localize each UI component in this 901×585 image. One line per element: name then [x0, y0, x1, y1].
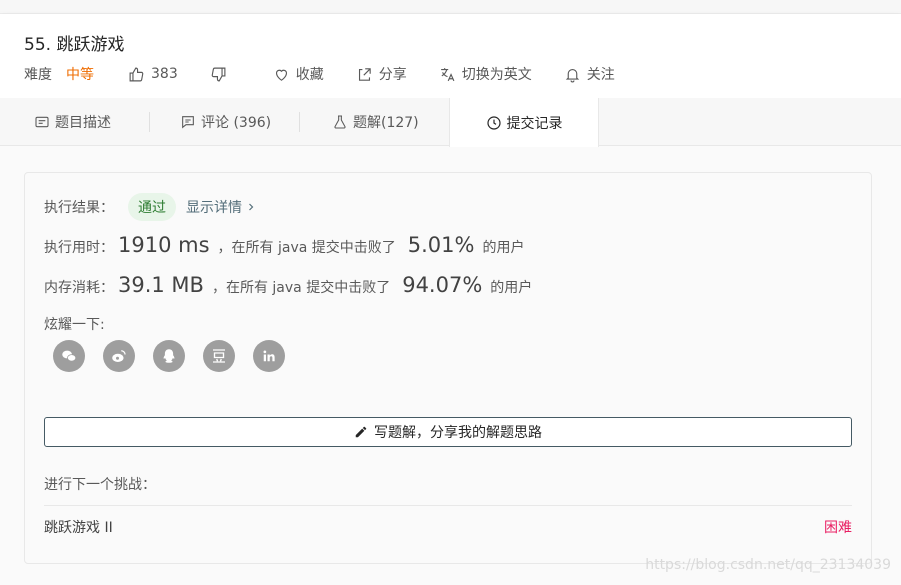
show-details-label: 显示详情: [186, 200, 242, 216]
thumbs-down-icon: [211, 67, 226, 81]
runtime-row: 执行用时： 1910 ms ，在所有 java 提交中击败了 5.01% 的用户: [44, 233, 524, 257]
runtime-mid-text: ，在所有 java 提交中击败了: [217, 240, 396, 256]
share-label: 炫耀一下:: [44, 317, 105, 333]
heart-icon: [275, 69, 287, 81]
difficulty-value: 中等: [66, 67, 94, 83]
runtime-value: 1910 ms: [118, 233, 210, 257]
share-label: 分享: [378, 67, 407, 83]
memory-value: 39.1 MB: [118, 273, 204, 297]
chevron-right-icon: [249, 203, 254, 211]
comment-icon: [182, 116, 194, 129]
qq-icon[interactable]: [153, 340, 185, 372]
tab-submissions[interactable]: 提交记录: [449, 98, 599, 147]
write-solution-button[interactable]: 写题解，分享我的解题思路: [44, 417, 852, 447]
difficulty-label: 难度: [24, 67, 52, 83]
submission-result-panel: 执行结果： 通过 显示详情 执行用时： 1910 ms ，在所有 java 提交…: [24, 172, 872, 564]
tab-solutions-label: 题解(127): [353, 115, 419, 131]
memory-suffix: 的用户: [490, 280, 533, 296]
wechat-icon[interactable]: [53, 340, 85, 372]
translate-icon: [440, 67, 455, 81]
divider: [44, 505, 852, 506]
description-icon: [35, 116, 49, 128]
share-button[interactable]: 分享: [356, 64, 407, 84]
memory-percent: 94.07%: [402, 273, 483, 297]
tab-description-label: 题目描述: [55, 115, 111, 131]
like-button[interactable]: 383: [128, 66, 178, 83]
runtime-suffix: 的用户: [482, 240, 525, 256]
show-details-link[interactable]: 显示详情: [186, 197, 257, 217]
result-label: 执行结果：: [44, 200, 114, 216]
share-icon: [358, 67, 371, 81]
status-badge: 通过: [128, 193, 176, 221]
problem-meta-bar: 难度 中等 383 收藏 分享 切换为英文 关注: [24, 64, 615, 84]
clock-icon: [486, 115, 501, 130]
tab-description[interactable]: 题目描述: [34, 98, 111, 146]
top-strip: [0, 0, 901, 14]
tab-solutions[interactable]: 题解(127): [332, 98, 419, 146]
tab-submissions-label: 提交记录: [506, 115, 563, 132]
tab-separator: [299, 112, 300, 132]
next-problem-difficulty: 困难: [824, 520, 852, 536]
tab-separator: [149, 112, 150, 132]
weibo-icon[interactable]: [103, 340, 135, 372]
collect-label: 收藏: [295, 67, 324, 83]
write-solution-label: 写题解，分享我的解题思路: [374, 425, 542, 441]
switch-language-label: 切换为英文: [461, 67, 532, 83]
share-icons-group: [53, 340, 303, 372]
flask-icon: [334, 115, 346, 129]
watermark: https://blog.csdn.net/qq_23134039: [645, 557, 891, 573]
tab-comments-label: 评论 (396): [201, 115, 272, 131]
problem-header: 55. 跳跃游戏 难度 中等 383 收藏 分享 切换为英文 关注: [0, 14, 901, 98]
follow-button[interactable]: 关注: [564, 64, 615, 84]
runtime-label: 执行用时：: [44, 240, 114, 256]
like-count: 383: [151, 66, 178, 82]
memory-row: 内存消耗： 39.1 MB ，在所有 java 提交中击败了 94.07% 的用…: [44, 273, 532, 297]
memory-label: 内存消耗：: [44, 280, 114, 296]
thumbs-up-icon: [129, 67, 144, 81]
result-row: 执行结果： 通过 显示详情: [44, 193, 257, 221]
memory-mid-text: ，在所有 java 提交中击败了: [211, 280, 391, 296]
douban-icon[interactable]: [203, 340, 235, 372]
runtime-percent: 5.01%: [407, 233, 475, 257]
switch-language-button[interactable]: 切换为英文: [439, 64, 532, 84]
dislike-button[interactable]: [210, 66, 233, 83]
bell-icon: [565, 68, 579, 82]
linkedin-icon[interactable]: [253, 340, 285, 372]
problem-title: 55. 跳跃游戏: [24, 35, 125, 55]
tab-comments[interactable]: 评论 (396): [180, 98, 271, 146]
tab-bar: 题目描述 评论 (396) 题解(127) 提交记录: [0, 98, 901, 147]
collect-button[interactable]: 收藏: [273, 64, 324, 84]
follow-label: 关注: [586, 67, 615, 83]
pencil-icon: [355, 426, 367, 438]
next-challenge-label: 进行下一个挑战：: [44, 477, 156, 493]
next-problem-link[interactable]: 跳跃游戏 II: [44, 517, 113, 537]
